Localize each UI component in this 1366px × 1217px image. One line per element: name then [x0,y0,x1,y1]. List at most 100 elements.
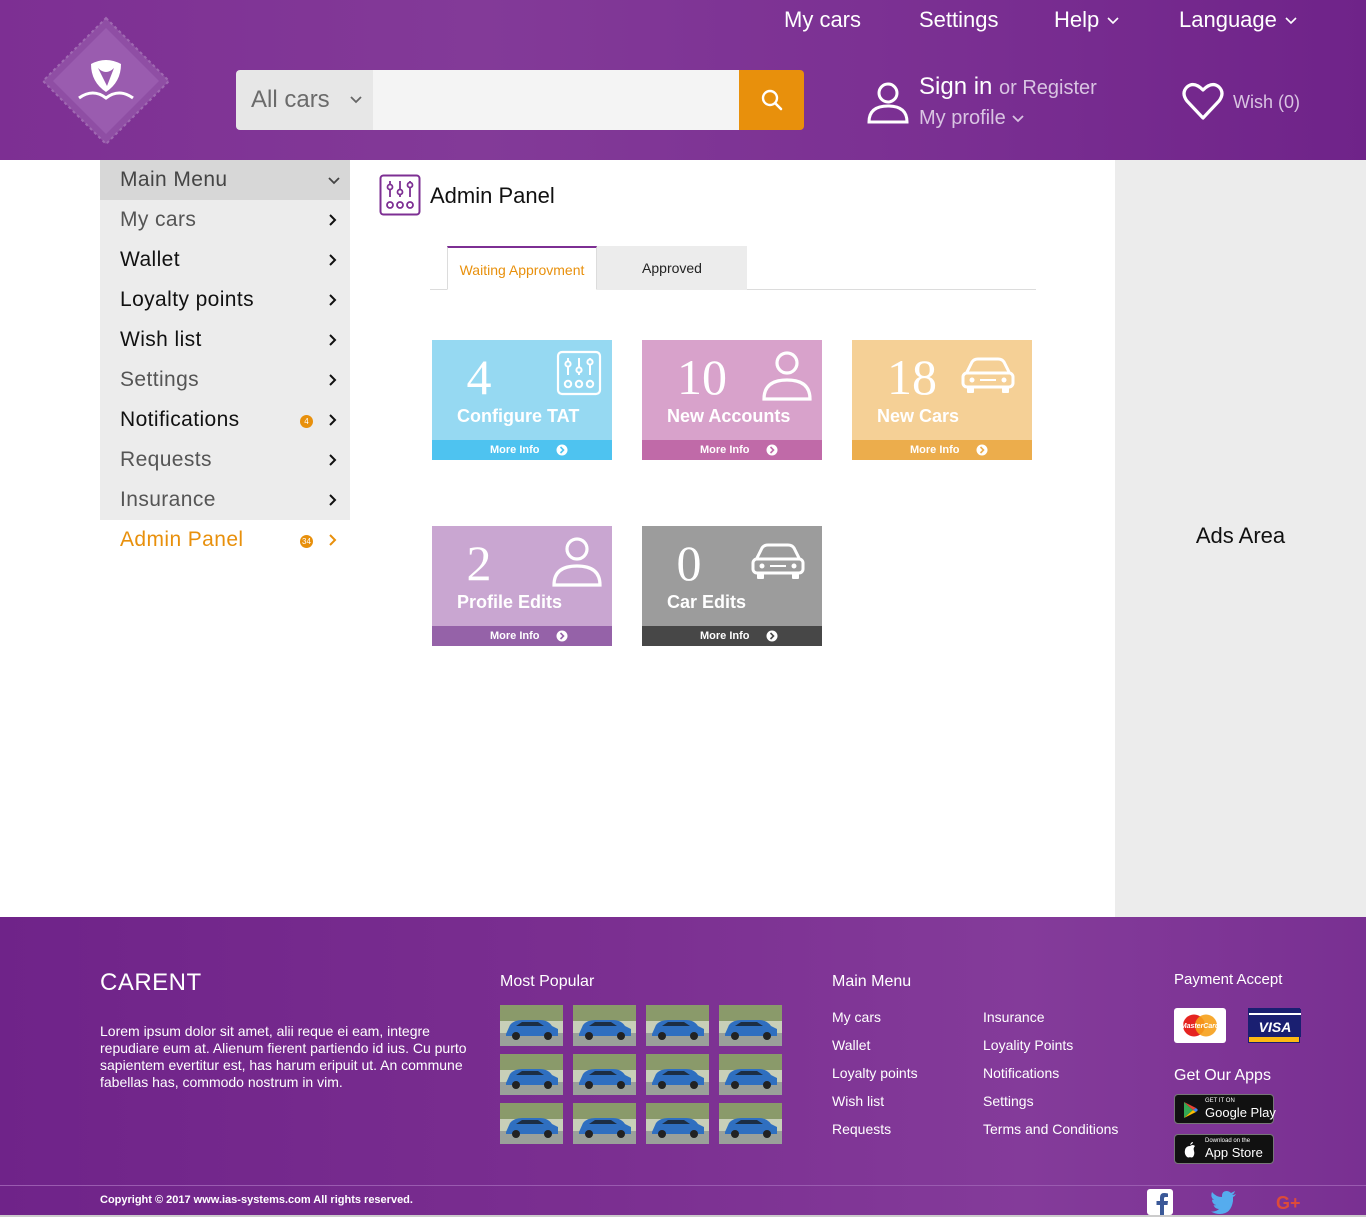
popular-car-thumbnail[interactable] [573,1054,636,1095]
popular-car-thumbnail[interactable] [573,1005,636,1046]
sidebar-item-wallet[interactable]: Wallet [100,240,350,280]
stat-card-new-cars[interactable]: 18 New Cars More Info [852,340,1032,460]
site-header: My cars Settings Help Language All cars … [0,0,1366,160]
sign-in-link[interactable]: Sign in [919,73,992,101]
car-photo [573,1103,636,1144]
car-icon [751,543,805,579]
more-info-link[interactable]: More Info [432,626,612,646]
more-info-link[interactable]: More Info [852,440,1032,460]
popular-car-thumbnail[interactable] [500,1103,563,1144]
google-plus-icon[interactable]: G+ [1276,1189,1302,1215]
chevron-down-icon [328,177,340,185]
sidebar-item-my-cars[interactable]: My cars [100,200,350,240]
search-icon [761,89,782,111]
sidebar-item-notifications[interactable]: Notifications 4 [100,400,350,440]
popular-car-thumbnail[interactable] [719,1054,782,1095]
nav-language[interactable]: Language [1179,7,1297,33]
mastercard-logo: MasterCard [1174,1008,1226,1043]
notification-badge: 4 [300,415,313,428]
stat-value: 18 [887,349,937,405]
mastercard-icon: MasterCard [1181,1014,1220,1037]
footer-link-loyalty-points[interactable]: Loyalty points [832,1065,918,1081]
footer-link-settings[interactable]: Settings [983,1093,1034,1109]
sidebar-item-settings[interactable]: Settings [100,360,350,400]
car-photo [573,1005,636,1046]
car-photo [719,1054,782,1095]
heart-icon[interactable] [1182,80,1224,122]
nav-help[interactable]: Help [1054,7,1119,33]
search-category-select[interactable]: All cars [236,70,373,130]
sidebar-item-admin-panel[interactable]: Admin Panel 34 [100,520,350,560]
more-info-link[interactable]: More Info [642,626,822,646]
popular-car-thumbnail[interactable] [500,1054,563,1095]
chevron-down-icon [1285,17,1297,25]
visa-text: VISA [1259,1019,1292,1035]
footer-link-my-cars[interactable]: My cars [832,1009,881,1025]
ads-area: Ads Area [1115,160,1366,917]
google-play-button[interactable]: GET IT ON Google Play [1174,1094,1276,1124]
more-info-link[interactable]: More Info [432,440,612,460]
stat-card-profile-edits[interactable]: 2 Profile Edits More Info [432,526,612,646]
payment-heading: Payment Accept [1174,971,1283,988]
user-icon[interactable] [866,80,910,124]
car-icon [961,357,1015,393]
search-button[interactable] [739,70,804,130]
more-info-link[interactable]: More Info [642,440,822,460]
stat-card-configure-tat[interactable]: 4 Configure TAT More Info [432,340,612,460]
car-photo [646,1103,709,1144]
chevron-right-icon [329,254,337,266]
footer-link-wish-list[interactable]: Wish list [832,1093,884,1109]
tab-approved[interactable]: Approved [597,246,747,290]
svg-text:G+: G+ [1276,1193,1301,1213]
sidebar-item-loyalty-points[interactable]: Loyalty points [100,280,350,320]
visa-icon: VISA [1249,1009,1301,1037]
chevron-right-icon [329,494,337,506]
search-bar: All cars [236,70,804,130]
nav-settings[interactable]: Settings [919,7,999,33]
footer-link-insurance[interactable]: Insurance [983,1009,1044,1025]
footer-link-terms[interactable]: Terms and Conditions [983,1121,1118,1137]
register-link[interactable]: or Register [999,77,1097,100]
car-photo [500,1005,563,1046]
stat-value: 2 [466,535,492,591]
arrow-circle-right-icon [766,444,778,456]
stat-label: New Accounts [667,406,791,426]
popular-car-thumbnail[interactable] [719,1103,782,1144]
app-store-button[interactable]: Download on the App Store [1174,1134,1274,1164]
stat-card-car-edits[interactable]: 0 Car Edits More Info [642,526,822,646]
visa-logo: VISA [1248,1008,1301,1043]
popular-car-thumbnail[interactable] [646,1005,709,1046]
footer-link-wallet[interactable]: Wallet [832,1037,870,1053]
site-footer: CARENT Lorem ipsum dolor sit amet, alii … [0,917,1366,1217]
arrow-circle-right-icon [766,630,778,642]
popular-car-thumbnail[interactable] [646,1054,709,1095]
copyright: Copyright © 2017 www.ias-systems.com All… [100,1194,413,1206]
chevron-down-icon [350,96,362,104]
sidebar-item-insurance[interactable]: Insurance [100,480,350,520]
logo[interactable] [41,16,171,146]
sidebar-item-requests[interactable]: Requests [100,440,350,480]
popular-car-thumbnail[interactable] [719,1005,782,1046]
footer-link-loyality-points[interactable]: Loyality Points [983,1037,1073,1053]
popular-car-thumbnail[interactable] [500,1005,563,1046]
sidebar-item-wish-list[interactable]: Wish list [100,320,350,360]
sidebar-main-menu[interactable]: Main Menu [100,160,350,200]
stat-card-new-accounts[interactable]: 10 New Accounts More Info [642,340,822,460]
sidebar: Main Menu My cars Wallet Loyalty points … [100,160,350,520]
most-popular-heading: Most Popular [500,973,595,990]
chevron-right-icon [329,414,337,426]
wish-link[interactable]: Wish (0) [1233,92,1300,113]
twitter-icon[interactable] [1211,1189,1237,1215]
footer-link-requests[interactable]: Requests [832,1121,891,1137]
car-photo [719,1103,782,1144]
sliders-icon [379,174,421,216]
tab-waiting-approvment[interactable]: Waiting Approvment [447,246,597,290]
footer-main-menu-heading: Main Menu [832,973,912,990]
popular-car-thumbnail[interactable] [646,1103,709,1144]
nav-my-cars[interactable]: My cars [784,7,861,33]
facebook-icon[interactable] [1147,1189,1173,1215]
search-input[interactable] [373,70,739,130]
my-profile-menu[interactable]: My profile [919,107,1024,130]
popular-car-thumbnail[interactable] [573,1103,636,1144]
footer-link-notifications[interactable]: Notifications [983,1065,1059,1081]
